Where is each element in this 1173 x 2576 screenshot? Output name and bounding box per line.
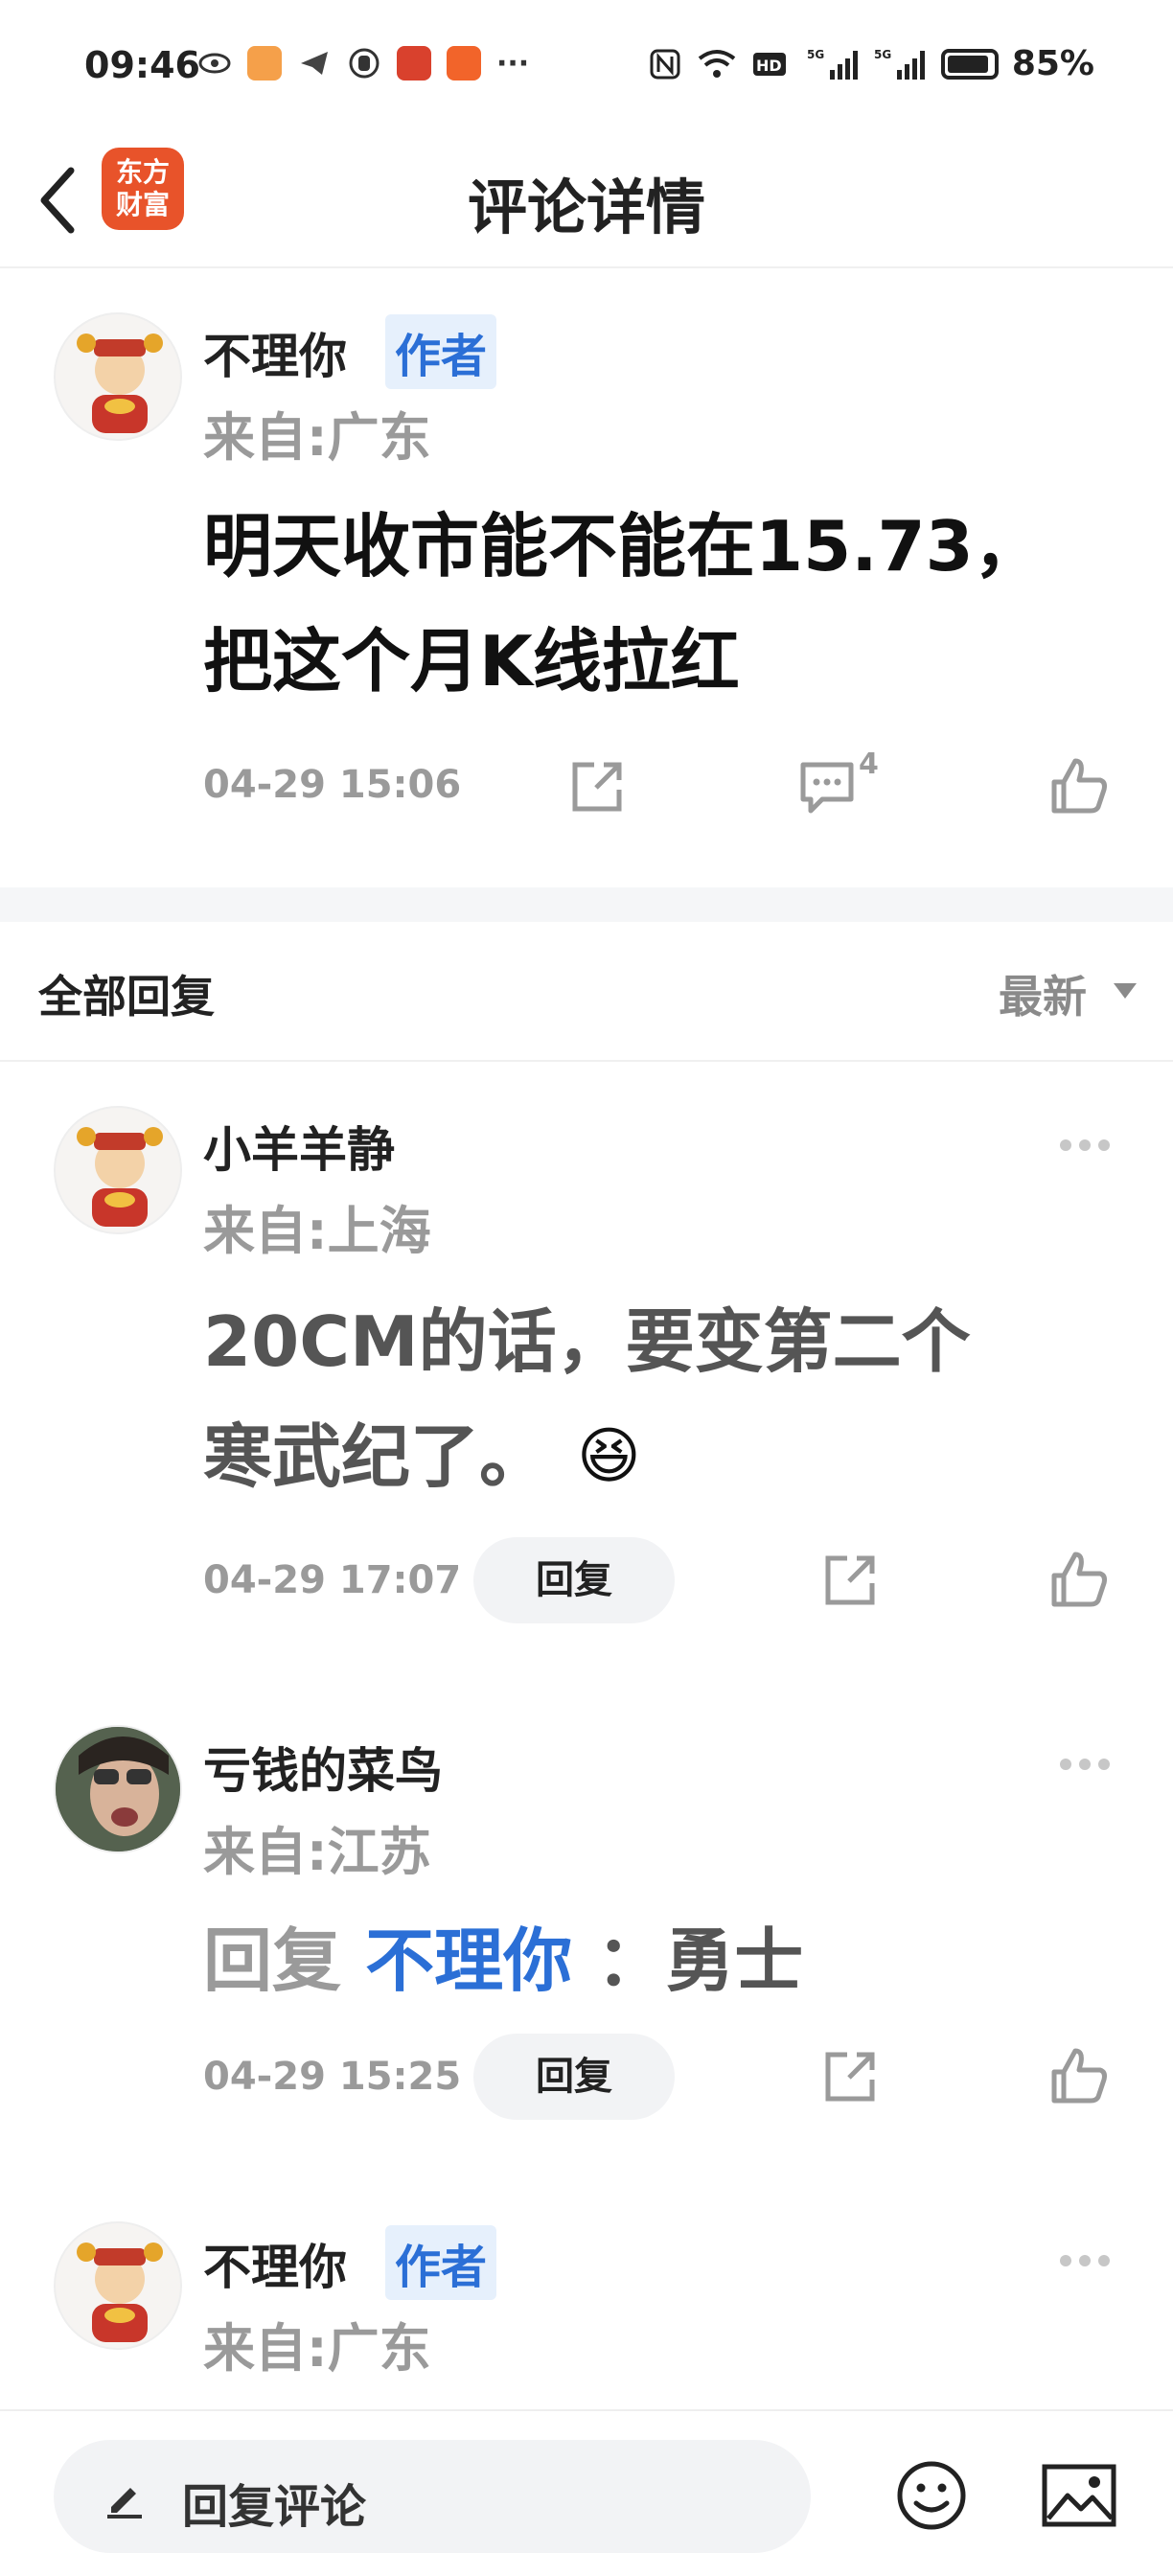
comment-icon[interactable] bbox=[797, 757, 857, 816]
reply-author[interactable]: 小羊羊静 bbox=[203, 1112, 395, 1181]
comment-location: 来自:广东 bbox=[203, 407, 431, 468]
share-icon[interactable] bbox=[567, 757, 627, 816]
reply-time: 04-29 17:07 bbox=[203, 1558, 462, 1602]
like-icon[interactable] bbox=[1048, 1549, 1110, 1610]
page-title: 评论详情 bbox=[467, 172, 705, 242]
status-time: 09:46 bbox=[84, 44, 200, 86]
more-options-icon[interactable] bbox=[1060, 2252, 1117, 2271]
telegram-icon bbox=[301, 52, 328, 75]
sort-dropdown[interactable]: 最新 bbox=[999, 962, 1087, 1025]
reply-input-placeholder: 回复评论 bbox=[182, 2480, 367, 2534]
app-icon-orange bbox=[247, 46, 282, 80]
comment-author[interactable]: 不理你 bbox=[203, 318, 347, 387]
share-icon[interactable] bbox=[820, 1551, 880, 1610]
taobao-icon bbox=[447, 46, 481, 80]
reply-prefix: 回复 bbox=[203, 1920, 342, 2001]
svg-text:HD: HD bbox=[756, 57, 782, 75]
like-icon[interactable] bbox=[1048, 2045, 1110, 2106]
reply-location: 来自:江苏 bbox=[203, 1822, 431, 1882]
pencil-icon bbox=[107, 2488, 142, 2518]
comment-time: 04-29 15:06 bbox=[203, 763, 462, 807]
image-icon[interactable] bbox=[1041, 2463, 1117, 2528]
reply-author[interactable]: 不理你 bbox=[203, 2229, 347, 2298]
more-options-icon[interactable] bbox=[1060, 1137, 1117, 1156]
avatar[interactable] bbox=[54, 1106, 182, 1234]
chevron-down-icon[interactable] bbox=[1114, 983, 1137, 999]
status-right: HD 5G 5G 85% bbox=[648, 44, 1094, 83]
battery-icon bbox=[940, 48, 999, 80]
svg-text:5G: 5G bbox=[874, 48, 891, 61]
battery-percent: 85% bbox=[1011, 44, 1094, 83]
comment-text-line1: 明天收市能不能在15.73， bbox=[203, 506, 1043, 586]
hd-icon: HD bbox=[752, 52, 786, 76]
reply-text-line1: 20CM的话，要变第二个 bbox=[203, 1301, 971, 1382]
section-separator bbox=[0, 1060, 1173, 1062]
notification-icons: ··· bbox=[197, 46, 529, 80]
signal-icon-2: 5G bbox=[874, 48, 925, 80]
replies-section-title: 全部回复 bbox=[38, 971, 215, 1023]
header: 东方 财富 评论详情 bbox=[0, 134, 1173, 268]
share-icon[interactable] bbox=[820, 2047, 880, 2106]
reply-target-link[interactable]: 不理你 bbox=[365, 1920, 572, 2001]
comment-count: 4 bbox=[859, 748, 879, 781]
emoji-icon[interactable] bbox=[895, 2459, 968, 2532]
reply-input[interactable]: 回复评论 bbox=[54, 2440, 811, 2553]
nfc-icon bbox=[650, 49, 680, 79]
wifi-icon bbox=[698, 49, 736, 78]
avatar[interactable] bbox=[54, 1725, 182, 1853]
reply-body: ：勇士 bbox=[596, 1920, 804, 2001]
reply-text-line2: 寒武纪了。 bbox=[203, 1416, 549, 1497]
like-icon[interactable] bbox=[1048, 755, 1110, 816]
bottom-bar: 回复评论 bbox=[0, 2409, 1173, 2576]
reply-location: 来自:上海 bbox=[203, 1201, 431, 1261]
reply-time: 04-29 15:25 bbox=[203, 2055, 462, 2099]
author-tag: 作者 bbox=[385, 314, 497, 389]
reply-location: 来自:广东 bbox=[203, 2318, 431, 2379]
laughing-emoji-icon: 😆 bbox=[577, 1421, 641, 1492]
comment-text-line2: 把这个月K线拉红 bbox=[203, 621, 740, 702]
reply-button[interactable]: 回复 bbox=[473, 2034, 675, 2120]
reply-author[interactable]: 亏钱的菜鸟 bbox=[203, 1733, 443, 1802]
svg-text:5G: 5G bbox=[807, 48, 824, 61]
reply-button[interactable]: 回复 bbox=[473, 1537, 675, 1623]
signal-icon-1: 5G bbox=[807, 48, 858, 80]
more-options-icon[interactable] bbox=[1060, 1756, 1117, 1775]
status-bar: 09:46 ··· HD 5G 5G 85% bbox=[0, 0, 1173, 134]
avatar[interactable] bbox=[54, 312, 182, 441]
eye-icon bbox=[198, 53, 231, 74]
section-divider bbox=[0, 887, 1173, 922]
app-icon-red bbox=[397, 46, 431, 80]
hand-icon bbox=[349, 48, 380, 79]
reply-text: 回复 不理你 ：勇士 bbox=[203, 1903, 803, 2018]
avatar[interactable] bbox=[54, 2221, 182, 2350]
author-tag: 作者 bbox=[385, 2225, 497, 2300]
more-notifications-icon: ··· bbox=[496, 46, 530, 80]
